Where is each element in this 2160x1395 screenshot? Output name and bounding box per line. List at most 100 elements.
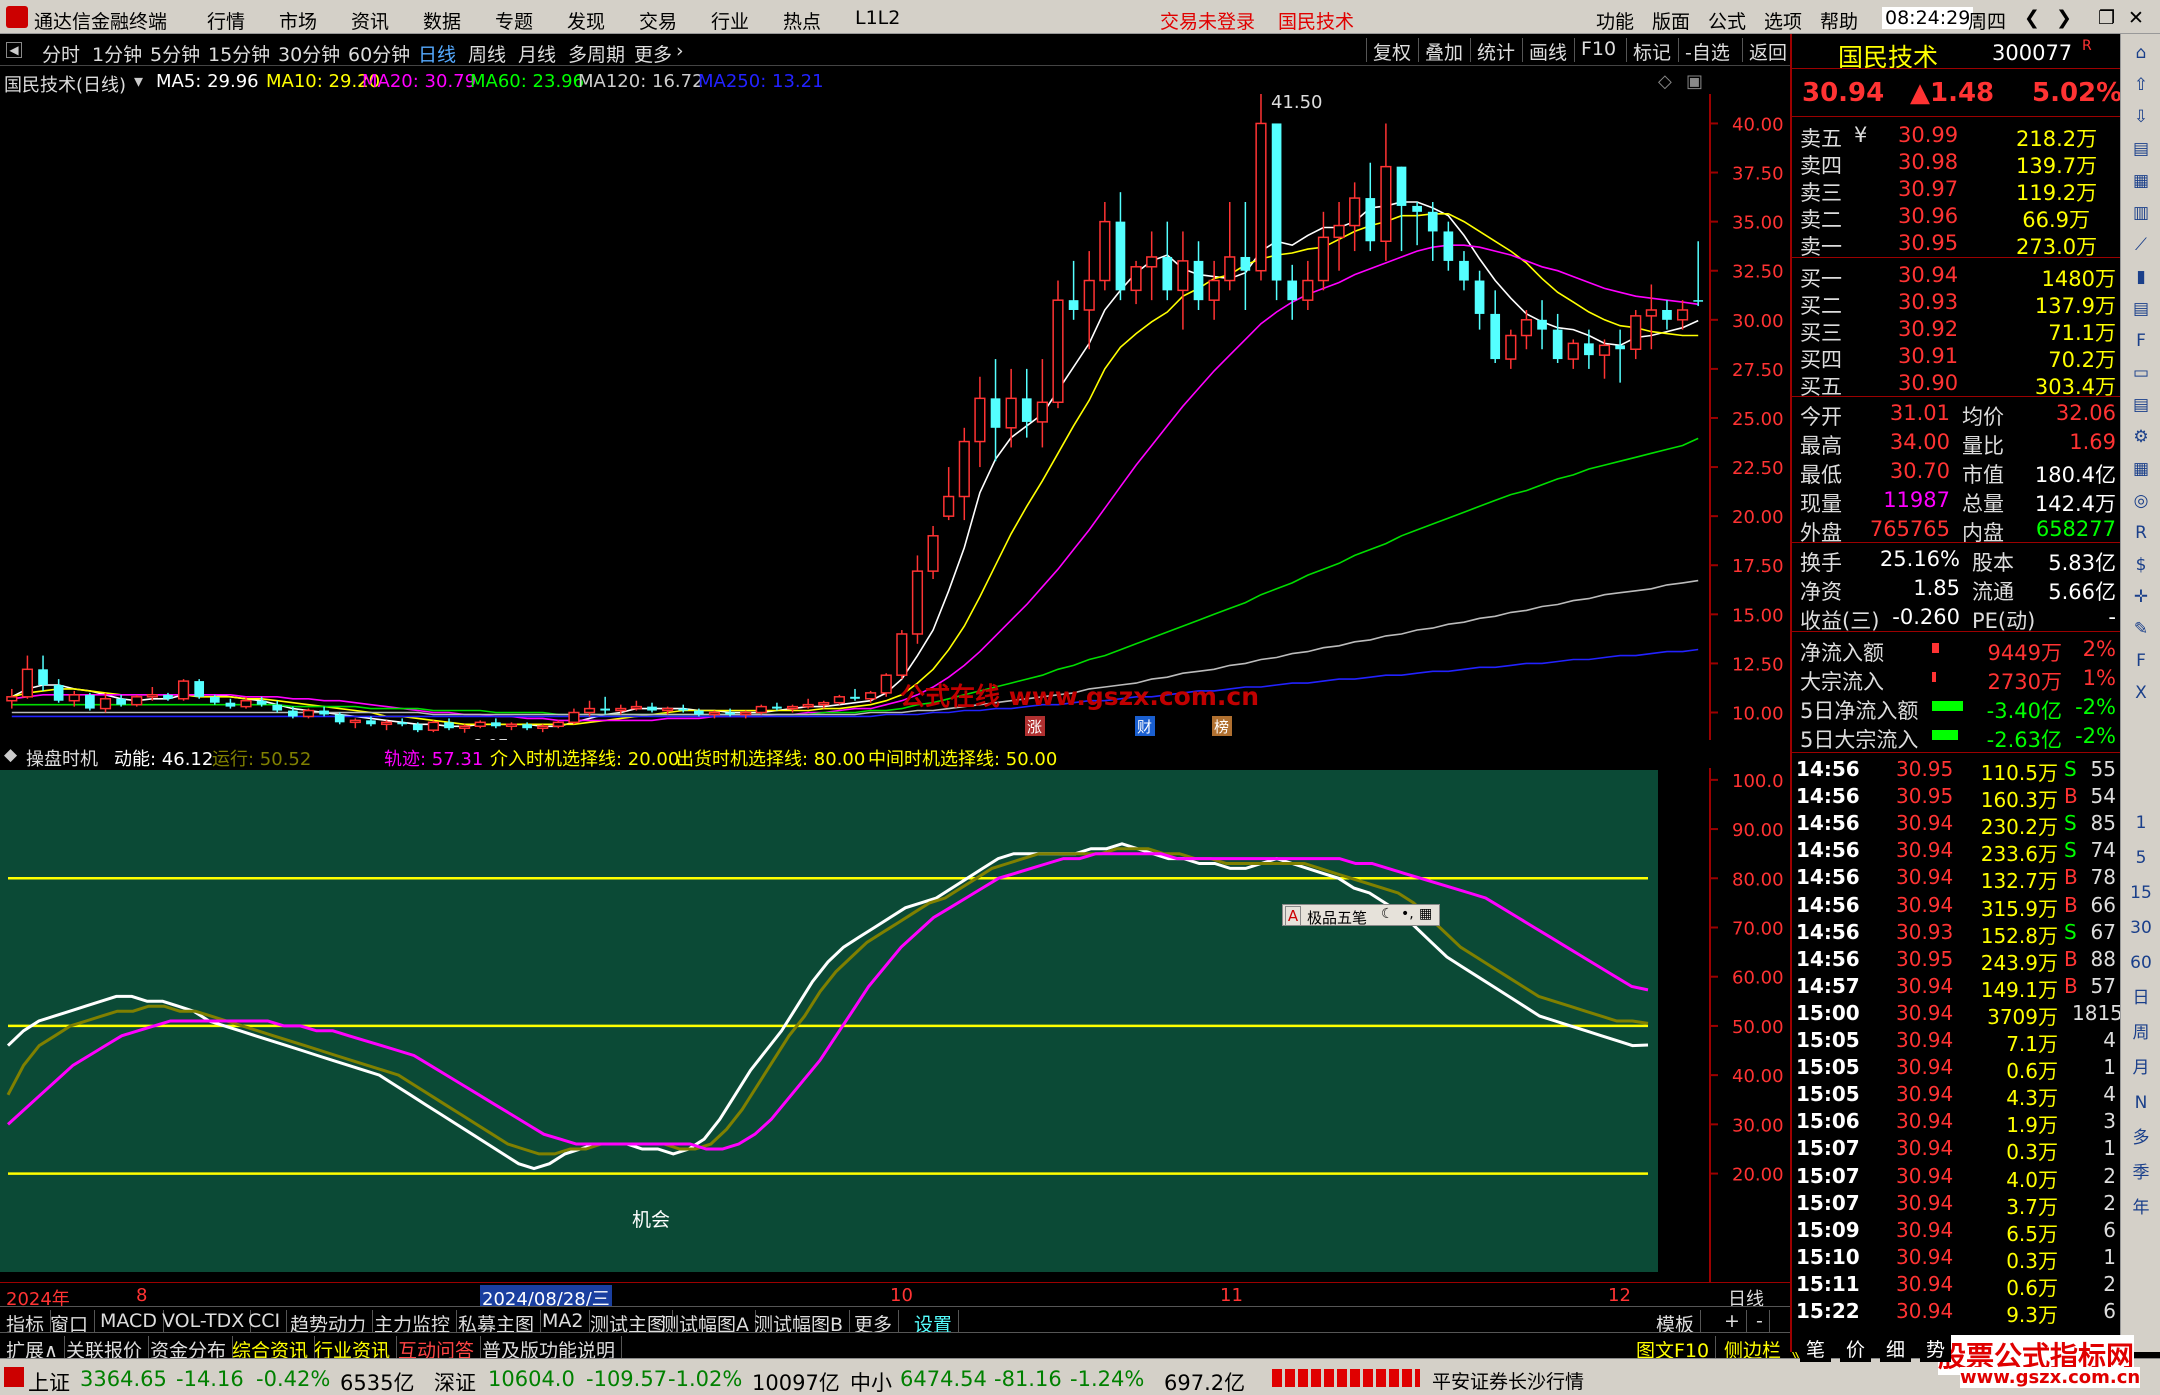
indicator-tab-8[interactable]: MA2	[542, 1310, 591, 1332]
menu-trade[interactable]: 交易	[639, 7, 677, 34]
candle-body[interactable]	[708, 711, 721, 716]
candle-body[interactable]	[146, 694, 158, 698]
tool-adjust[interactable]: 复权	[1366, 38, 1417, 64]
tool-icon[interactable]: ⚙	[2128, 424, 2154, 450]
sidebar-period-4[interactable]: 60	[2128, 950, 2154, 976]
bid-price[interactable]: 30.92	[1898, 317, 1958, 341]
collapse-icon[interactable]: ◀	[6, 42, 22, 58]
indicator-chart[interactable]: 100.0 90.00 80.00 70.00 60.00 50.00 40.00 30.00…	[0, 768, 1790, 1282]
candle-body[interactable]	[1412, 205, 1422, 212]
candle-body[interactable]	[927, 535, 939, 572]
sidebar-period-2[interactable]: 15	[2128, 880, 2154, 906]
grid-icon[interactable]: ▦	[2128, 168, 2154, 194]
candle-body[interactable]	[225, 702, 236, 707]
ime-a-icon[interactable]: A	[1285, 906, 1301, 926]
candle-body[interactable]	[1380, 165, 1392, 243]
candle-body[interactable]	[256, 700, 267, 705]
candle-body[interactable]	[850, 696, 860, 699]
sidebar-period-6[interactable]: 周	[2128, 1020, 2154, 1046]
bid-price[interactable]: 30.91	[1898, 344, 1958, 368]
candle-body[interactable]	[1505, 334, 1517, 360]
period-more[interactable]: 更多	[634, 40, 672, 67]
candle-body[interactable]	[725, 712, 735, 715]
trend-icon[interactable]: ▤	[2128, 136, 2154, 162]
candle-body[interactable]	[1036, 401, 1048, 423]
tool-f10[interactable]: F10	[1574, 38, 1622, 62]
period-60min[interactable]: 60分钟	[348, 40, 410, 67]
sidebar-period-7[interactable]: 月	[2128, 1055, 2154, 1081]
candle-body[interactable]	[412, 724, 423, 731]
sidebar-period-11[interactable]: 年	[2128, 1195, 2154, 1221]
menu-formula[interactable]: 公式	[1708, 7, 1746, 34]
candle-body[interactable]	[678, 708, 689, 711]
back-icon[interactable]: ❮	[2024, 7, 2040, 29]
candle-body[interactable]	[1567, 342, 1579, 360]
candle-body[interactable]	[474, 721, 486, 728]
candle-body[interactable]	[1115, 221, 1126, 291]
side-tab-5[interactable]: 势	[1920, 1335, 1952, 1362]
candle-body[interactable]	[990, 398, 1001, 428]
candle-body[interactable]	[896, 633, 908, 676]
candle-body[interactable]	[1240, 256, 1251, 271]
candle-body[interactable]	[459, 725, 471, 729]
candle-body[interactable]	[1645, 309, 1657, 317]
menu-market[interactable]: 市场	[279, 7, 317, 34]
candle-body[interactable]	[209, 696, 220, 703]
candle-body[interactable]	[1474, 280, 1485, 314]
menu-news[interactable]: 资讯	[351, 7, 389, 34]
menu-l1l2[interactable]: L1L2	[855, 7, 900, 29]
ime-punct-icon[interactable]: •,	[1401, 906, 1414, 922]
candle-body[interactable]	[21, 668, 34, 698]
tool-stats[interactable]: 统计	[1470, 38, 1521, 64]
candle-body[interactable]	[1052, 299, 1064, 404]
candle-body[interactable]	[694, 710, 704, 715]
ime-moon-icon[interactable]: ☾	[1381, 906, 1394, 922]
candle-body[interactable]	[1615, 345, 1625, 350]
candle-body[interactable]	[1287, 280, 1298, 301]
ask-price[interactable]: 30.99	[1898, 123, 1958, 147]
ask-price[interactable]: 30.96	[1898, 204, 1958, 228]
tool-overlay[interactable]: 叠加	[1418, 38, 1469, 64]
tool-mark[interactable]: 标记	[1626, 38, 1677, 64]
candle-body[interactable]	[177, 680, 190, 700]
side-tab-2[interactable]: 笔	[1800, 1335, 1832, 1362]
candle-body[interactable]	[958, 440, 970, 498]
sidebar-period-3[interactable]: 30	[2128, 915, 2154, 941]
candle-body[interactable]	[131, 696, 143, 706]
legend-menu-icon[interactable]: ▾	[134, 71, 143, 92]
candle-body[interactable]	[772, 706, 782, 709]
candle-body[interactable]	[786, 705, 799, 710]
candle-body[interactable]	[319, 710, 329, 715]
candle-body[interactable]	[802, 703, 814, 708]
diamond-icon[interactable]: ◇	[1658, 71, 1672, 92]
menu-industry[interactable]: 行业	[711, 7, 749, 34]
candle-body[interactable]	[1598, 344, 1611, 356]
period-15min[interactable]: 15分钟	[208, 40, 270, 67]
candle-body[interactable]	[1068, 300, 1079, 310]
zx-label[interactable]: 中小	[850, 1367, 892, 1395]
bar-chart-icon[interactable]: ▥	[2128, 200, 2154, 226]
candle-body[interactable]	[1302, 279, 1314, 301]
f5-icon[interactable]: F	[2128, 648, 2154, 674]
candle-body[interactable]	[444, 722, 454, 729]
candle-icon[interactable]: ▮	[2128, 264, 2154, 290]
sidebar-period-5[interactable]: 日	[2128, 985, 2154, 1011]
candle-body[interactable]	[272, 704, 283, 711]
candlestick-chart[interactable]: 40.00 37.50 35.00 32.50 30.00 27.50 25.00 22.50…	[0, 94, 1790, 740]
candle-body[interactable]	[537, 725, 549, 729]
candle-body[interactable]	[366, 720, 376, 725]
candle-body[interactable]	[1459, 260, 1469, 281]
candle-body[interactable]	[568, 711, 580, 724]
candle-body[interactable]	[194, 681, 205, 697]
compass-icon[interactable]: ◎	[2128, 488, 2154, 514]
candle-body[interactable]	[116, 698, 126, 705]
side-tab-4[interactable]: 细	[1880, 1335, 1912, 1362]
candle-body[interactable]	[911, 570, 924, 635]
list-icon[interactable]: ▤	[2128, 392, 2154, 418]
candle-body[interactable]	[491, 722, 501, 727]
candle-body[interactable]	[1333, 224, 1345, 239]
doc-icon[interactable]: ▭	[2128, 360, 2154, 386]
forward-icon[interactable]: ❯	[2056, 7, 2072, 29]
template-tab-2[interactable]: -	[1756, 1310, 1770, 1332]
period-intraday[interactable]: 分时	[42, 40, 80, 67]
